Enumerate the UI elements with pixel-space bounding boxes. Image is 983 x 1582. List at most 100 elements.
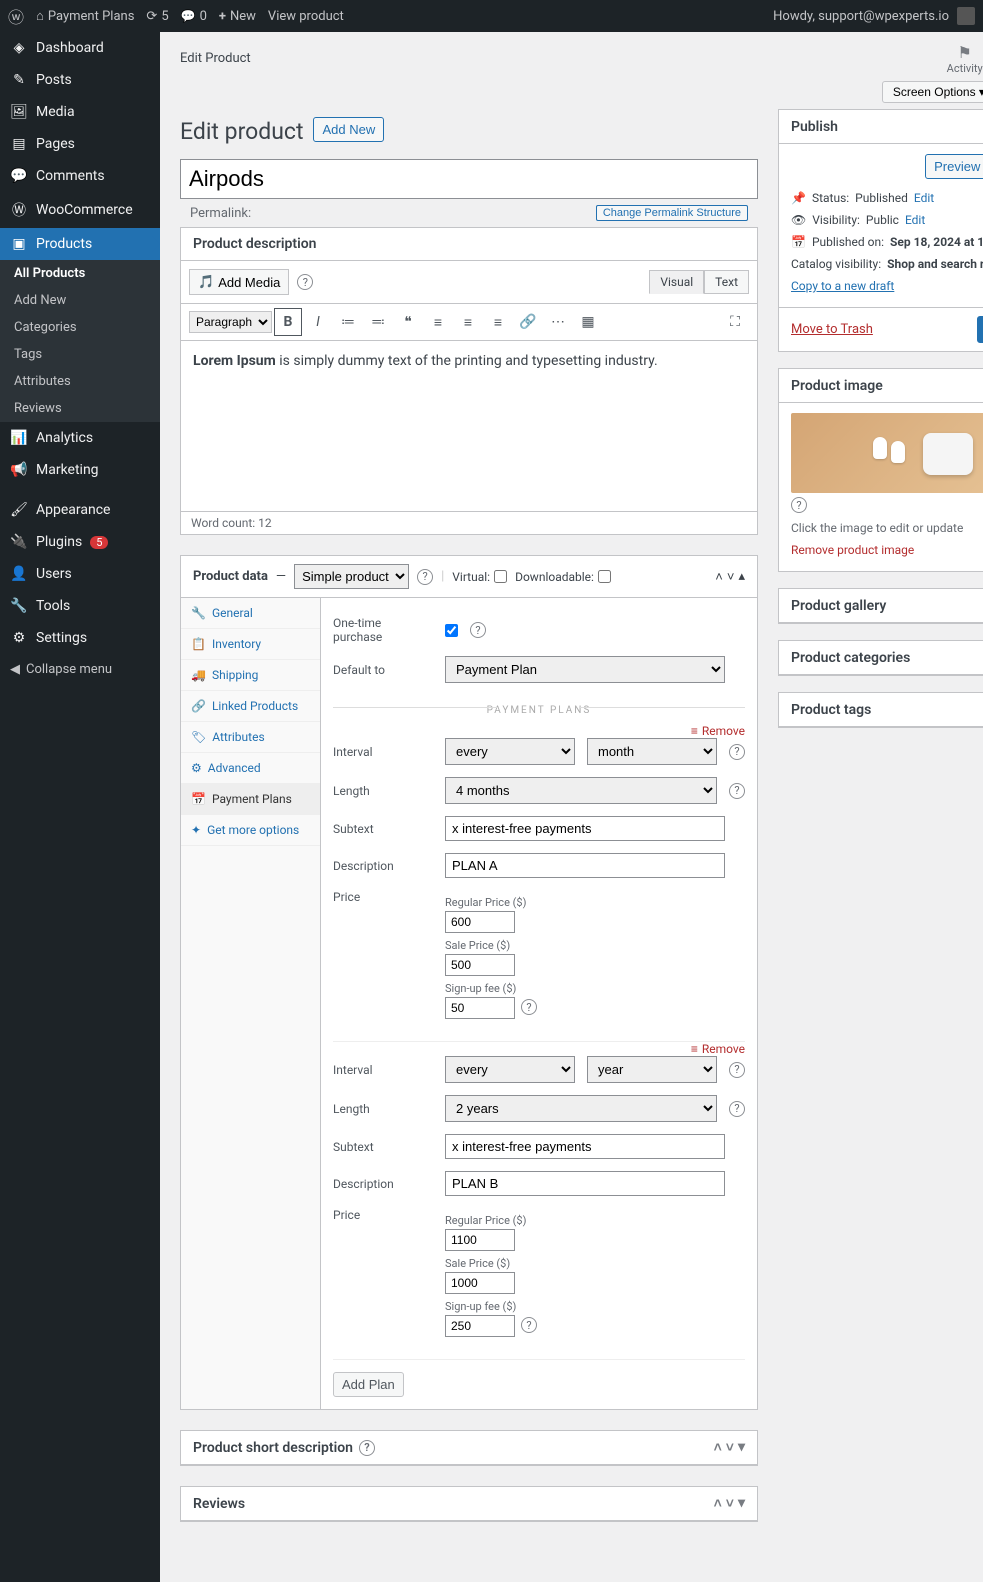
tab-advanced[interactable]: ⚙Advanced <box>181 753 320 784</box>
help-icon[interactable]: ? <box>521 999 537 1015</box>
updates-link[interactable]: 5 <box>146 9 168 24</box>
copy-draft-link[interactable]: Copy to a new draft <box>791 279 894 293</box>
site-home-link[interactable]: Payment Plans <box>36 8 134 24</box>
sub-all-products[interactable]: All Products <box>0 260 160 287</box>
interval-every-select[interactable]: every <box>445 1056 575 1083</box>
move-down-icon[interactable]: ˅ <box>727 569 735 585</box>
update-button[interactable]: Update👆 <box>977 316 983 343</box>
toggle-icon[interactable]: ▴ <box>738 569 745 585</box>
tab-payment-plans[interactable]: 📅Payment Plans <box>181 784 320 815</box>
help-icon[interactable]: ? <box>791 497 807 513</box>
toggle-icon[interactable]: ▾ <box>738 1495 745 1512</box>
wp-logo-icon[interactable] <box>8 4 24 28</box>
fullscreen-button[interactable]: ⛶ <box>721 308 749 336</box>
change-permalink-button[interactable]: Change Permalink Structure <box>596 205 748 221</box>
align-left-button[interactable]: ≡ <box>424 308 452 336</box>
downloadable-checkbox[interactable] <box>598 570 611 583</box>
tab-linked-products[interactable]: 🔗Linked Products <box>181 691 320 722</box>
quote-button[interactable]: ❝ <box>394 308 422 336</box>
interval-unit-select[interactable]: year <box>587 1056 717 1083</box>
help-icon[interactable]: ? <box>297 274 313 290</box>
sub-attributes[interactable]: Attributes <box>0 368 160 395</box>
sale-price-input[interactable] <box>445 1272 515 1294</box>
interval-every-select[interactable]: every <box>445 738 575 765</box>
howdy-text[interactable]: Howdy, support@wpexperts.io <box>773 9 949 24</box>
align-center-button[interactable]: ≡ <box>454 308 482 336</box>
help-icon[interactable]: ? <box>470 622 486 638</box>
avatar-icon[interactable] <box>957 7 975 25</box>
text-tab[interactable]: Text <box>704 270 749 294</box>
tab-inventory[interactable]: 📋Inventory <box>181 629 320 660</box>
sidebar-item-woocommerce[interactable]: ⓌWooCommerce <box>0 192 160 228</box>
ul-button[interactable]: ≔ <box>334 308 362 336</box>
help-icon[interactable]: ? <box>359 1440 375 1456</box>
move-up-icon[interactable]: ˄ <box>715 569 723 585</box>
screen-options-button[interactable]: Screen Options ▾ <box>882 81 983 103</box>
help-icon[interactable]: ? <box>729 1062 745 1078</box>
sidebar-item-posts[interactable]: ✎Posts <box>0 64 160 96</box>
sub-reviews[interactable]: Reviews <box>0 395 160 422</box>
subtext-input[interactable] <box>445 1134 725 1159</box>
add-media-button[interactable]: 🎵Add Media <box>189 269 289 295</box>
preview-changes-button[interactable]: Preview Changes <box>925 154 983 179</box>
sidebar-item-plugins[interactable]: 🔌Plugins 5 <box>0 526 160 558</box>
activity-link[interactable]: Activity <box>947 43 983 75</box>
remove-plan-link[interactable]: ≡ Remove <box>691 1042 745 1056</box>
add-new-button[interactable]: Add New <box>313 117 384 142</box>
sidebar-item-analytics[interactable]: 📊Analytics <box>0 422 160 454</box>
regular-price-input[interactable] <box>445 1229 515 1251</box>
one-time-checkbox[interactable] <box>445 624 458 637</box>
tab-general[interactable]: 🔧General <box>181 598 320 629</box>
plan-desc-input[interactable] <box>445 853 725 878</box>
sidebar-item-pages[interactable]: ▤Pages <box>0 128 160 160</box>
format-select[interactable]: Paragraph <box>189 311 272 333</box>
tab-get-more[interactable]: ✦Get more options <box>181 815 320 846</box>
sub-categories[interactable]: Categories <box>0 314 160 341</box>
more-button[interactable]: ⋯ <box>544 308 572 336</box>
view-product-link[interactable]: View product <box>268 9 344 24</box>
subtext-input[interactable] <box>445 816 725 841</box>
toolbar-toggle-button[interactable]: ▦ <box>574 308 602 336</box>
length-select[interactable]: 4 months <box>445 777 717 804</box>
sidebar-item-comments[interactable]: 💬Comments <box>0 160 160 192</box>
toggle-icon[interactable]: ▾ <box>738 1439 745 1456</box>
help-icon[interactable]: ? <box>417 569 433 585</box>
italic-button[interactable]: I <box>304 308 332 336</box>
product-type-select[interactable]: Simple product <box>294 564 409 589</box>
sidebar-item-dashboard[interactable]: ◈Dashboard <box>0 32 160 64</box>
editor-content[interactable]: Lorem Ipsum is simply dummy text of the … <box>181 341 757 511</box>
interval-unit-select[interactable]: month <box>587 738 717 765</box>
align-right-button[interactable]: ≡ <box>484 308 512 336</box>
remove-plan-link[interactable]: ≡ Remove <box>691 724 745 738</box>
remove-image-link[interactable]: Remove product image <box>791 543 914 557</box>
sidebar-item-settings[interactable]: ⚙Settings <box>0 622 160 654</box>
move-down-icon[interactable]: ˅ <box>726 1495 734 1512</box>
help-icon[interactable]: ? <box>729 744 745 760</box>
product-title-input[interactable] <box>180 159 758 199</box>
sub-add-new[interactable]: Add New <box>0 287 160 314</box>
sidebar-item-users[interactable]: 👤Users <box>0 558 160 590</box>
move-trash-link[interactable]: Move to Trash <box>791 322 873 337</box>
regular-price-input[interactable] <box>445 911 515 933</box>
help-icon[interactable]: ? <box>729 1101 745 1117</box>
default-to-select[interactable]: Payment Plan <box>445 656 725 683</box>
signup-fee-input[interactable] <box>445 1315 515 1337</box>
link-button[interactable]: 🔗 <box>514 308 542 336</box>
sidebar-item-appearance[interactable]: 🖌Appearance <box>0 494 160 526</box>
comments-link[interactable]: 0 <box>181 9 207 24</box>
product-image-thumbnail[interactable] <box>791 413 983 493</box>
edit-status-link[interactable]: Edit <box>914 191 934 205</box>
tab-attributes[interactable]: 🏷Attributes <box>181 722 320 753</box>
help-icon[interactable]: ? <box>521 1317 537 1333</box>
sidebar-item-marketing[interactable]: 📢Marketing <box>0 454 160 486</box>
virtual-checkbox[interactable] <box>494 570 507 583</box>
visual-tab[interactable]: Visual <box>649 270 704 294</box>
sub-tags[interactable]: Tags <box>0 341 160 368</box>
ol-button[interactable]: ≕ <box>364 308 392 336</box>
edit-visibility-link[interactable]: Edit <box>905 213 925 227</box>
move-up-icon[interactable]: ˄ <box>714 1495 722 1512</box>
add-plan-button[interactable]: Add Plan <box>333 1372 404 1397</box>
new-link[interactable]: New <box>219 9 256 24</box>
bold-button[interactable]: B <box>274 308 302 336</box>
move-up-icon[interactable]: ˄ <box>714 1439 722 1456</box>
